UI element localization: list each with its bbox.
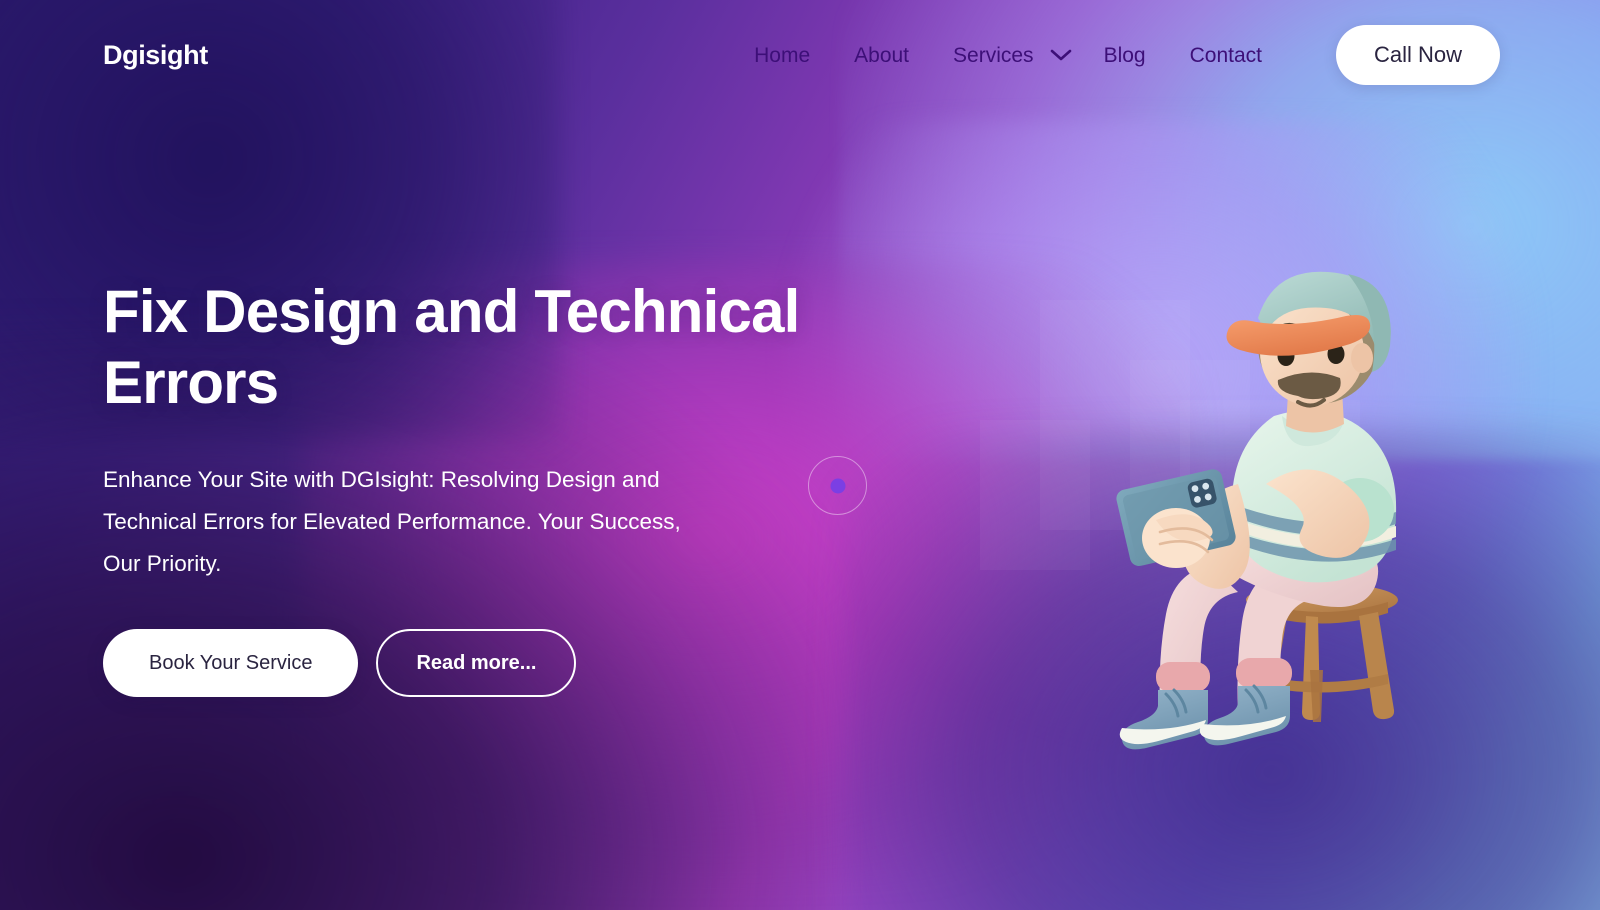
hero-subtitle: Enhance Your Site with DGIsight: Resolvi… — [103, 466, 681, 576]
read-more-button[interactable]: Read more... — [376, 628, 577, 697]
nav-item-services[interactable]: Services — [931, 37, 1082, 74]
book-your-service-button[interactable]: Book Your Service — [103, 628, 359, 697]
logo[interactable]: Dgisight — [103, 40, 208, 71]
hero-page: Dgisight Home About Services Blog Contac… — [0, 0, 1600, 910]
nav-item-blog[interactable]: Blog — [1082, 37, 1168, 74]
decorative-dot — [830, 478, 845, 493]
nav-item-services-label: Services — [953, 43, 1034, 67]
hero-illustration — [1060, 270, 1480, 750]
hero-content: Fix Design and Technical Errors Enhance … — [103, 276, 823, 697]
chevron-down-icon[interactable] — [1050, 48, 1072, 62]
hero-cta-row: Book Your Service Read more... — [103, 628, 823, 697]
page-title: Fix Design and Technical Errors — [103, 278, 800, 417]
nav-item-contact[interactable]: Contact — [1168, 37, 1284, 74]
head-illustration — [1226, 271, 1391, 433]
nav-item-about[interactable]: About — [832, 37, 931, 74]
nav-item-home[interactable]: Home — [732, 37, 832, 74]
call-now-button[interactable]: Call Now — [1335, 25, 1500, 85]
site-header: Dgisight Home About Services Blog Contac… — [0, 0, 1600, 110]
main-navigation: Home About Services Blog Contact Call No… — [732, 25, 1500, 85]
